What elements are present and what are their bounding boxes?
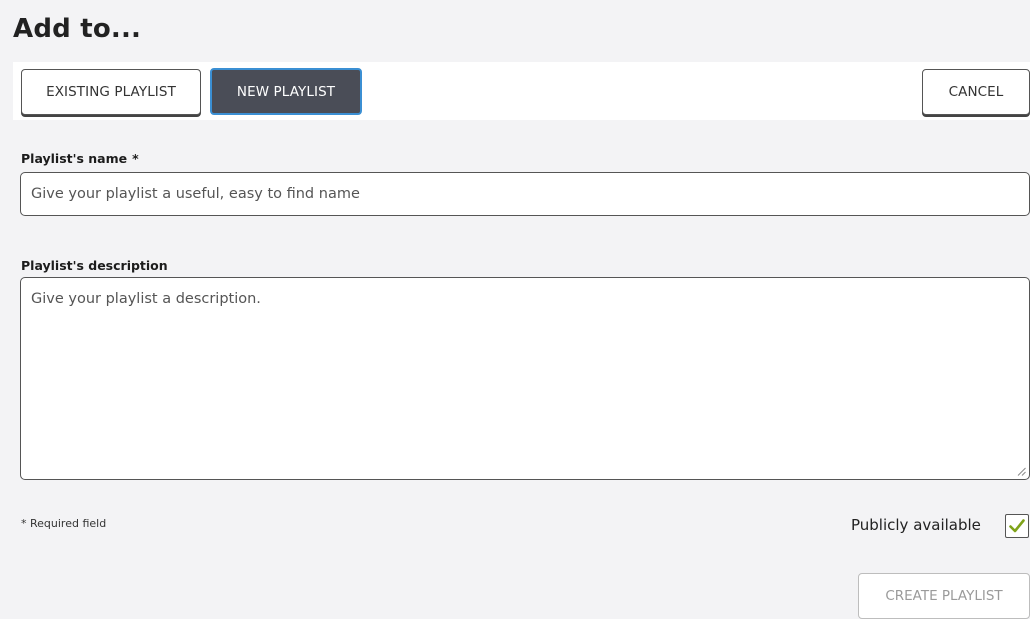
checkmark-icon (1009, 519, 1025, 533)
playlist-description-label: Playlist's description (21, 258, 168, 273)
playlist-tab-bar: EXISTING PLAYLIST NEW PLAYLIST CANCEL (13, 62, 1030, 120)
playlist-description-placeholder: Give your playlist a description. (31, 291, 261, 307)
dialog-title: Add to... (13, 14, 142, 44)
playlist-name-label-text: Playlist's name (21, 151, 128, 166)
create-playlist-button[interactable]: CREATE PLAYLIST (858, 573, 1030, 619)
cancel-button[interactable]: CANCEL (922, 69, 1030, 115)
publicly-available-label: Publicly available (851, 516, 981, 534)
existing-playlist-button[interactable]: EXISTING PLAYLIST (21, 69, 201, 115)
playlist-name-label: Playlist's name * (21, 151, 139, 166)
publicly-available-checkbox[interactable] (1005, 514, 1029, 538)
required-field-note: * Required field (21, 517, 107, 530)
playlist-name-input[interactable]: Give your playlist a useful, easy to fin… (20, 172, 1030, 216)
playlist-name-placeholder: Give your playlist a useful, easy to fin… (31, 186, 360, 202)
playlist-description-textarea[interactable]: Give your playlist a description. (20, 277, 1030, 480)
resize-grip-icon[interactable] (1017, 467, 1026, 476)
required-marker: * (132, 151, 139, 166)
new-playlist-button[interactable]: NEW PLAYLIST (210, 68, 362, 115)
